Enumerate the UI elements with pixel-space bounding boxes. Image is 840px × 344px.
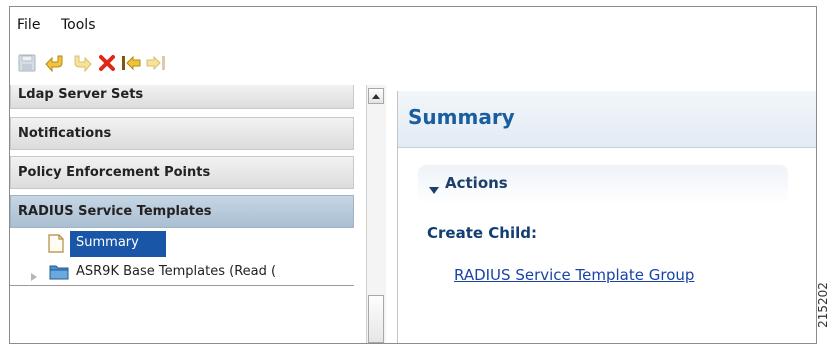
nav-header-label: Policy Enforcement Points [18, 165, 211, 180]
save-icon[interactable] [17, 53, 37, 73]
scroll-up-button[interactable] [368, 88, 384, 104]
collapse-triangle-icon[interactable] [429, 180, 439, 199]
actions-section[interactable]: Actions [418, 165, 788, 205]
nav-header-label: Ldap Server Sets [18, 87, 144, 102]
undo-icon[interactable] [45, 53, 65, 73]
tree-item-summary[interactable]: Summary [10, 231, 360, 257]
back-icon[interactable] [120, 53, 141, 73]
page-title: Summary [408, 105, 515, 129]
content-header: Summary [398, 91, 816, 148]
nav-header-label: RADIUS Service Templates [18, 204, 212, 219]
menu-bar: File Tools [10, 7, 816, 41]
vertical-scrollbar[interactable] [366, 85, 386, 343]
nav-header-notifications[interactable]: Notifications [10, 117, 354, 150]
radius-service-template-group-link[interactable]: RADIUS Service Template Group [454, 266, 694, 284]
figure-id: 215202 [816, 270, 836, 340]
forward-icon[interactable] [145, 53, 165, 73]
actions-label: Actions [445, 174, 508, 192]
create-child-label: Create Child: [427, 224, 537, 242]
tree-selection-highlight: Summary [70, 231, 166, 257]
content-panel: Summary Actions Create Child: RADIUS Ser… [397, 91, 816, 343]
scroll-thumb[interactable] [368, 295, 384, 343]
application-window: File Tools Ldap Server Sets Notification… [9, 6, 817, 344]
folder-icon [49, 263, 69, 284]
nav-header-ldap-server-sets[interactable]: Ldap Server Sets [10, 85, 354, 109]
delete-icon[interactable] [97, 53, 117, 73]
nav-header-label: Notifications [18, 126, 112, 141]
tree-item-label: ASR9K Base Templates (Read ( [76, 264, 277, 279]
toolbar [10, 53, 816, 77]
menu-file[interactable]: File [17, 17, 40, 33]
document-icon [48, 234, 64, 257]
nav-header-radius-service-templates[interactable]: RADIUS Service Templates [10, 195, 354, 228]
navigation-panel: Ldap Server Sets Notifications Policy En… [10, 85, 363, 343]
divider [10, 285, 354, 286]
chevron-up-icon [372, 94, 380, 99]
tree-item-label: Summary [76, 235, 139, 250]
nav-header-policy-enforcement-points[interactable]: Policy Enforcement Points [10, 156, 354, 189]
menu-tools[interactable]: Tools [61, 17, 96, 33]
tree-item-asr9k-base-templates[interactable]: ASR9K Base Templates (Read ( [10, 259, 360, 285]
expand-triangle-icon[interactable] [30, 267, 38, 286]
figure-id-text: 215202 [815, 282, 830, 328]
redo-icon[interactable] [70, 53, 92, 73]
